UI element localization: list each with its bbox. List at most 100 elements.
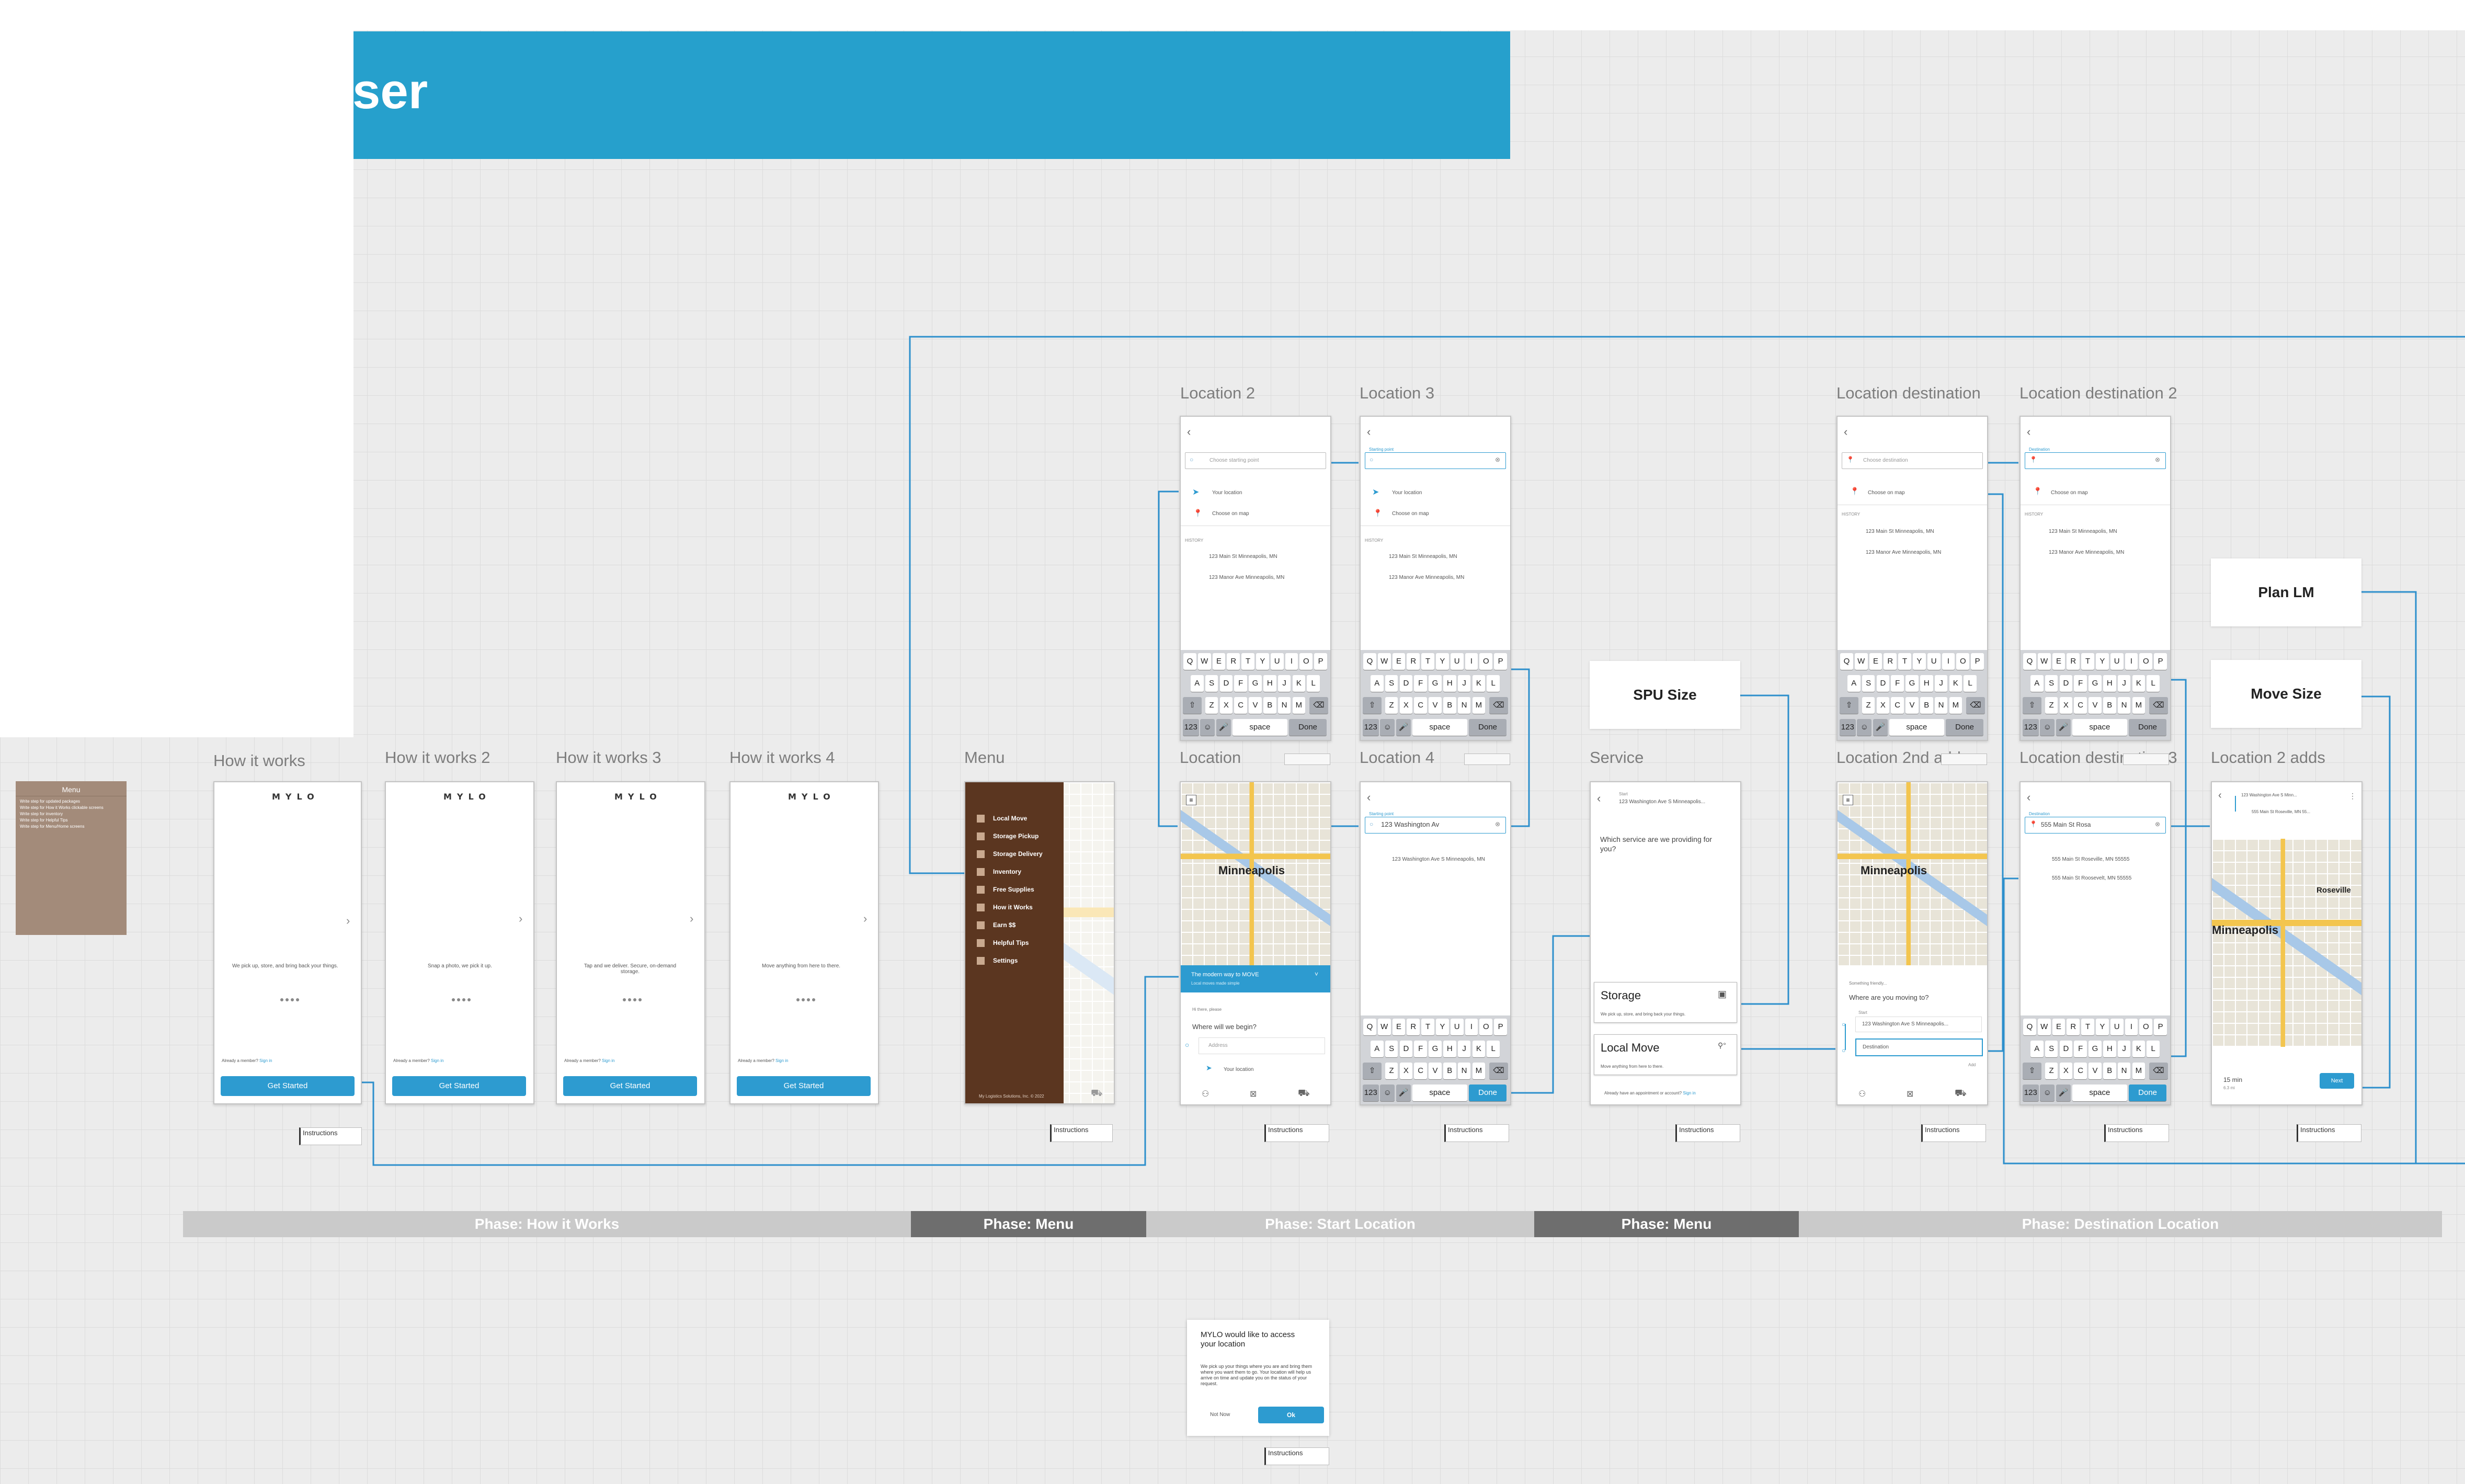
shift-key[interactable]: ⇧ — [2023, 697, 2042, 714]
back-icon[interactable]: ‹ — [1187, 425, 1191, 439]
key-f[interactable]: F — [2074, 675, 2087, 692]
key-q[interactable]: Q — [1363, 653, 1376, 670]
truck-icon[interactable]: ⛟ — [1298, 1088, 1310, 1100]
key-w[interactable]: W — [1377, 653, 1391, 670]
key-o[interactable]: O — [1479, 653, 1493, 670]
key-n[interactable]: N — [2117, 697, 2131, 714]
mic-key[interactable]: 🎤 — [1396, 719, 1411, 736]
numbers-key[interactable]: 123 — [1363, 719, 1379, 736]
menu-item-earn[interactable]: Earn $$ — [977, 921, 1015, 930]
key-m[interactable]: M — [1472, 1063, 1486, 1079]
back-icon[interactable]: ‹ — [2218, 790, 2222, 802]
key-r[interactable]: R — [2067, 653, 2080, 670]
search-result[interactable]: 123 Washington Ave S Minneapolis, MN — [1392, 857, 1485, 862]
key-x[interactable]: X — [2059, 697, 2073, 714]
key-p[interactable]: P — [2154, 653, 2167, 670]
key-e[interactable]: E — [2052, 1019, 2065, 1035]
key-d[interactable]: D — [2059, 675, 2073, 692]
key-p[interactable]: P — [1314, 653, 1327, 670]
key-l[interactable]: L — [1487, 1041, 1500, 1057]
not-now-button[interactable]: Not Now — [1210, 1412, 1230, 1418]
location-banner[interactable]: The modern way to MOVE Local moves made … — [1181, 965, 1330, 992]
key-z[interactable]: Z — [2045, 1063, 2058, 1079]
history-item[interactable]: 123 Manor Ave Minneapolis, MN — [1389, 575, 1464, 580]
backspace-key[interactable]: ⌫ — [1966, 697, 1985, 714]
key-i[interactable]: I — [1465, 1019, 1478, 1035]
key-y[interactable]: Y — [2096, 1019, 2109, 1035]
back-icon[interactable]: ‹ — [2027, 791, 2030, 804]
chevron-right-icon[interactable]: › — [346, 914, 350, 928]
get-started-button[interactable]: Get Started — [392, 1076, 526, 1096]
key-h[interactable]: H — [1443, 675, 1456, 692]
key-w[interactable]: W — [1197, 653, 1211, 670]
key-z[interactable]: Z — [1385, 1063, 1398, 1079]
key-e[interactable]: E — [1212, 653, 1226, 670]
menu-item-helpful-tips[interactable]: Helpful Tips — [977, 939, 1029, 948]
key-u[interactable]: U — [2110, 653, 2124, 670]
space-key[interactable]: space — [1412, 1085, 1468, 1101]
key-e[interactable]: E — [1392, 653, 1406, 670]
key-u[interactable]: U — [1270, 653, 1284, 670]
done-key[interactable]: Done — [2128, 1085, 2167, 1101]
emoji-key[interactable]: ☺ — [1200, 719, 1215, 736]
key-i[interactable]: I — [1465, 653, 1478, 670]
key-p[interactable]: P — [1494, 653, 1507, 670]
menu-icon[interactable]: ≡ — [1843, 795, 1853, 805]
clear-icon[interactable]: ⊗ — [2155, 456, 2160, 463]
key-f[interactable]: F — [1414, 1041, 1428, 1057]
key-g[interactable]: G — [1429, 1041, 1442, 1057]
key-t[interactable]: T — [1898, 653, 1911, 670]
key-c[interactable]: C — [2074, 697, 2087, 714]
emoji-key[interactable]: ☺ — [2040, 1085, 2055, 1101]
key-t[interactable]: T — [2081, 1019, 2094, 1035]
key-y[interactable]: Y — [1436, 1019, 1449, 1035]
start-input[interactable]: ○ 123 Washington Av ⊗ — [1365, 817, 1506, 834]
key-c[interactable]: C — [2074, 1063, 2087, 1079]
person-icon[interactable]: ⚇ — [1858, 1089, 1866, 1099]
chevron-right-icon[interactable]: › — [519, 912, 522, 926]
key-b[interactable]: B — [2103, 697, 2116, 714]
address-input[interactable]: Address — [1199, 1037, 1325, 1054]
key-f[interactable]: F — [1234, 675, 1248, 692]
key-b[interactable]: B — [2103, 1063, 2116, 1079]
key-h[interactable]: H — [1443, 1041, 1456, 1057]
numbers-key[interactable]: 123 — [1183, 719, 1199, 736]
key-o[interactable]: O — [1479, 1019, 1493, 1035]
key-s[interactable]: S — [2045, 1041, 2058, 1057]
space-key[interactable]: space — [2072, 1085, 2128, 1101]
key-t[interactable]: T — [2081, 653, 2094, 670]
backspace-key[interactable]: ⌫ — [2149, 1063, 2168, 1079]
key-e[interactable]: E — [1869, 653, 1882, 670]
key-g[interactable]: G — [2089, 1041, 2102, 1057]
key-u[interactable]: U — [1450, 653, 1464, 670]
key-k[interactable]: K — [2132, 675, 2146, 692]
history-item[interactable]: 123 Main St Minneapolis, MN — [1866, 529, 1934, 534]
key-d[interactable]: D — [2059, 1041, 2073, 1057]
more-icon[interactable]: ⋮ — [2349, 792, 2356, 801]
key-a[interactable]: A — [2030, 675, 2044, 692]
emoji-key[interactable]: ☺ — [2040, 719, 2055, 736]
local-move-option[interactable]: Local Move ⚲° Move anything from here to… — [1594, 1034, 1737, 1075]
key-k[interactable]: K — [1472, 1041, 1486, 1057]
key-n[interactable]: N — [1934, 697, 1948, 714]
key-x[interactable]: X — [2059, 1063, 2073, 1079]
key-z[interactable]: Z — [1205, 697, 1218, 714]
numbers-key[interactable]: 123 — [1840, 719, 1856, 736]
history-item[interactable]: 123 Main St Minneapolis, MN — [2049, 529, 2117, 534]
key-e[interactable]: E — [1392, 1019, 1406, 1035]
map[interactable] — [2212, 839, 2361, 1047]
key-q[interactable]: Q — [2023, 1019, 2036, 1035]
key-p[interactable]: P — [1494, 1019, 1507, 1035]
backspace-key[interactable]: ⌫ — [1489, 697, 1508, 714]
key-l[interactable]: L — [2147, 675, 2160, 692]
key-j[interactable]: J — [2117, 1041, 2131, 1057]
truck-icon[interactable]: ⛟ — [1955, 1088, 1967, 1100]
key-g[interactable]: G — [2089, 675, 2102, 692]
emoji-key[interactable]: ☺ — [1380, 1085, 1395, 1101]
key-l[interactable]: L — [1964, 675, 1977, 692]
key-x[interactable]: X — [1399, 697, 1413, 714]
shift-key[interactable]: ⇧ — [2023, 1063, 2042, 1079]
clear-icon[interactable]: ⊗ — [1495, 456, 1500, 463]
key-g[interactable]: G — [1905, 675, 1919, 692]
destination-input[interactable]: 📍 555 Main St Rosa ⊗ — [2025, 817, 2166, 834]
